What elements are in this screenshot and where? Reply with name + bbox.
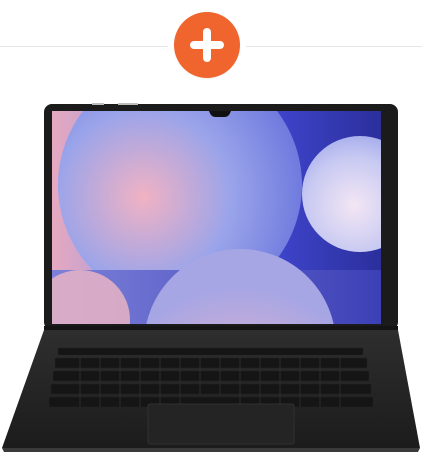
product-compare-card <box>0 0 422 453</box>
touchpad <box>147 403 295 445</box>
laptop-product-image <box>2 103 420 452</box>
